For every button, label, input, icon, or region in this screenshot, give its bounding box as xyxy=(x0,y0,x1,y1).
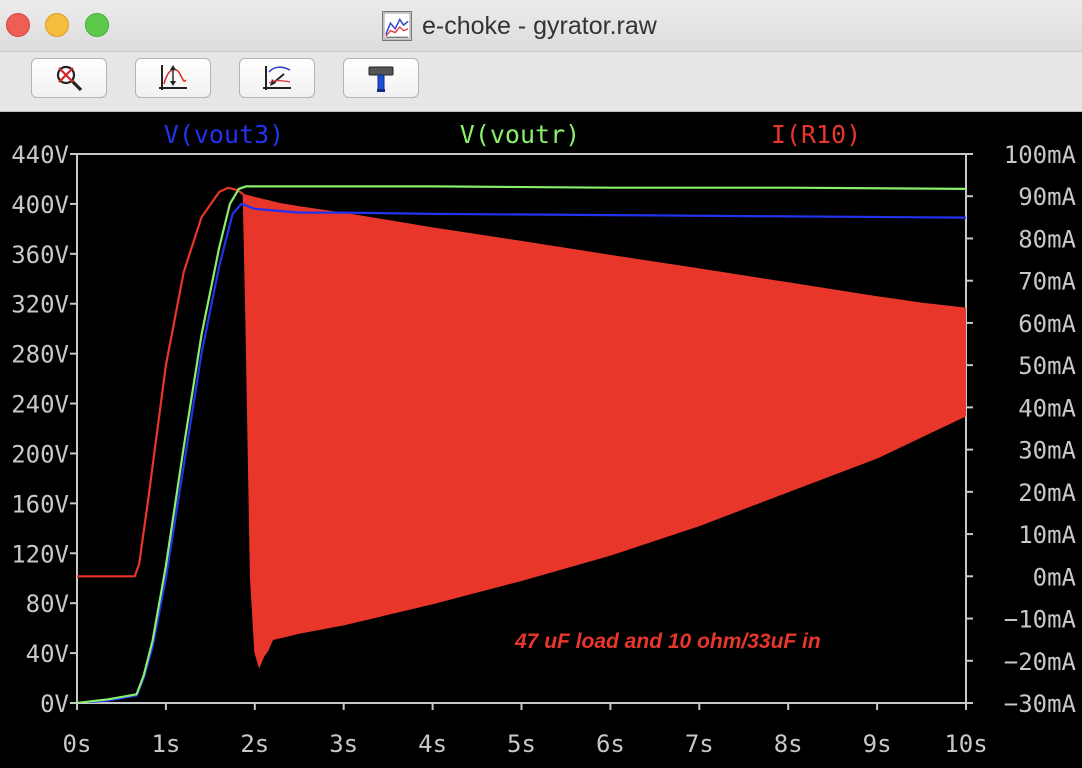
x-tick-label: 2s xyxy=(240,730,269,758)
y-left-tick-label: 400V xyxy=(11,191,69,219)
x-tick-label: 8s xyxy=(774,730,803,758)
window-title-group: e-choke - gyrator.raw xyxy=(382,9,657,43)
window-title: e-choke - gyrator.raw xyxy=(422,11,657,40)
y-right-tick-label: 80mA xyxy=(1018,225,1076,253)
zoom-back-arrow-icon xyxy=(263,66,291,90)
y-left-tick-label: 440V xyxy=(11,141,69,169)
zoom-back-button[interactable] xyxy=(239,58,315,98)
y-right-tick-label: 50mA xyxy=(1018,352,1076,380)
y-right-tick-label: −10mA xyxy=(1004,606,1077,634)
tools-button[interactable] xyxy=(343,58,419,98)
x-tick-label: 10s xyxy=(944,730,987,758)
x-tick-label: 0s xyxy=(63,730,92,758)
y-left-tick-label: 320V xyxy=(11,291,69,319)
y-left-tick-label: 200V xyxy=(11,440,69,468)
waveform-plot[interactable]: V(vout3) V(voutr) I(R10) 0s 1s 2s 3s 4s 5s 6s 7… xyxy=(0,112,1082,768)
legend-voutr[interactable]: V(voutr) xyxy=(460,120,580,149)
magnifier-cross-icon xyxy=(56,65,83,92)
zoom-cancel-button[interactable] xyxy=(31,58,107,98)
y-left-tick-label: 240V xyxy=(11,391,69,419)
y-right-tick-label: 70mA xyxy=(1018,268,1076,296)
y-left-tick-label: 0V xyxy=(40,690,69,718)
y-right-tick-label: 10mA xyxy=(1018,521,1076,549)
y-left-tick-label: 160V xyxy=(11,490,69,518)
y-left-tick-label: 120V xyxy=(11,540,69,568)
waveform-file-icon xyxy=(382,11,412,41)
autorange-axes-icon xyxy=(159,65,187,90)
y-right-tick-label: −30mA xyxy=(1004,690,1077,718)
minimize-window-button[interactable] xyxy=(45,13,69,37)
x-tick-label: 7s xyxy=(685,730,714,758)
y-right-tick-label: 90mA xyxy=(1018,183,1076,211)
x-tick-label: 9s xyxy=(863,730,892,758)
hammer-icon xyxy=(368,66,394,92)
x-tick-label: 6s xyxy=(596,730,625,758)
x-tick-label: 1s xyxy=(151,730,180,758)
plot-annotation: 47 uF load and 10 ohm/33uF in xyxy=(515,630,821,653)
x-tick-label: 5s xyxy=(507,730,536,758)
y-left-tick-label: 80V xyxy=(26,590,69,618)
toolbar xyxy=(0,52,1082,112)
y-left-tick-label: 280V xyxy=(11,341,69,369)
y-right-tick-label: 40mA xyxy=(1018,394,1076,422)
y-right-tick-label: 0mA xyxy=(1033,563,1077,591)
y-right-tick-label: 30mA xyxy=(1018,437,1076,465)
title-bar[interactable]: e-choke - gyrator.raw xyxy=(0,0,1082,52)
y-right-tick-label: 20mA xyxy=(1018,479,1076,507)
autorange-button[interactable] xyxy=(135,58,211,98)
legend-vout3[interactable]: V(vout3) xyxy=(164,120,284,149)
y-right-tick-label: −20mA xyxy=(1004,648,1077,676)
legend-ir10[interactable]: I(R10) xyxy=(771,120,861,149)
y-right-tick-label: 60mA xyxy=(1018,310,1076,338)
maximize-window-button[interactable] xyxy=(85,13,109,37)
x-tick-label: 4s xyxy=(418,730,447,758)
y-left-tick-label: 40V xyxy=(26,640,69,668)
x-tick-label: 3s xyxy=(329,730,358,758)
close-window-button[interactable] xyxy=(6,13,30,37)
y-right-tick-label: 100mA xyxy=(1004,141,1077,169)
y-left-tick-label: 360V xyxy=(11,241,69,269)
